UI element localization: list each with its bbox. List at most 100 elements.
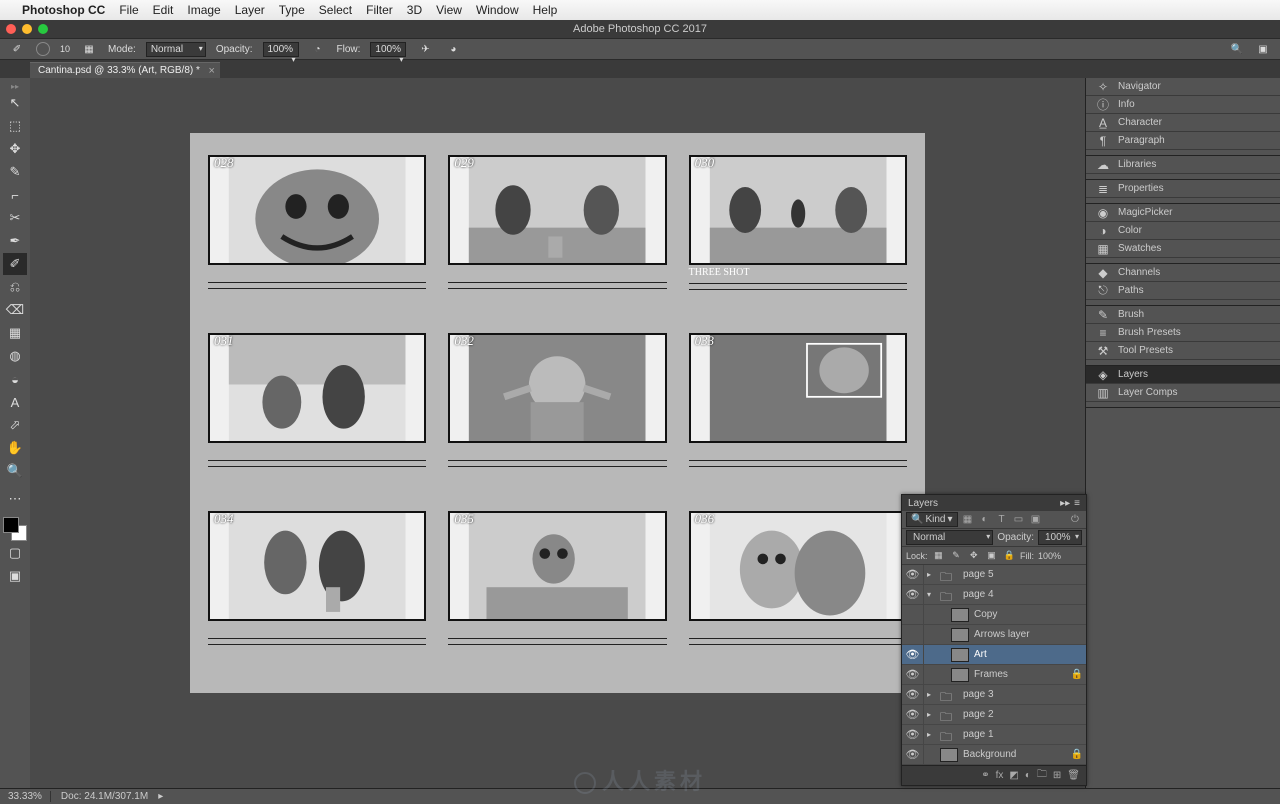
visibility-toggle[interactable]: 👁 — [902, 645, 924, 664]
app-name[interactable]: Photoshop CC — [22, 3, 105, 17]
layer-group-row[interactable]: 👁▸🗀page 2 — [902, 705, 1086, 725]
filter-adjust-icon[interactable]: ◐ — [978, 513, 992, 527]
color-swatches[interactable] — [3, 517, 27, 541]
panel-tab-navigator[interactable]: ✧Navigator — [1086, 78, 1280, 96]
visibility-toggle[interactable]: 👁 — [902, 705, 924, 724]
zoom-level[interactable]: 33.33% — [8, 791, 51, 802]
zoom-tool[interactable]: 🔍 — [3, 460, 27, 482]
filter-type-icon[interactable]: T — [995, 513, 1009, 527]
edit-toolbar-icon[interactable]: ⋯ — [3, 488, 27, 510]
panel-tab-brush[interactable]: ✎Brush — [1086, 306, 1280, 324]
menu-file[interactable]: File — [119, 3, 138, 17]
layer-row[interactable]: 👁Art — [902, 645, 1086, 665]
panel-tab-tool-presets[interactable]: ⚒Tool Presets — [1086, 342, 1280, 360]
visibility-toggle[interactable] — [902, 605, 924, 624]
layer-opacity-input[interactable]: 100% — [1038, 530, 1082, 545]
opacity-input[interactable]: 100% — [263, 42, 299, 57]
brush-preset-picker[interactable] — [36, 42, 50, 56]
blur-tool[interactable]: ◍ — [3, 345, 27, 367]
layer-body[interactable]: Art — [924, 645, 1068, 664]
panel-tab-layer-comps[interactable]: ▥Layer Comps — [1086, 384, 1280, 402]
healing-brush-tool[interactable]: ✒ — [3, 230, 27, 252]
expand-arrow-icon[interactable]: ▸ — [927, 690, 935, 699]
opacity-pressure-icon[interactable]: ◔ — [309, 40, 327, 58]
lock-image-icon[interactable]: ✎ — [949, 550, 963, 561]
layer-mask-icon[interactable]: ◩ — [1009, 770, 1018, 781]
layer-body[interactable]: ▸🗀page 3 — [924, 685, 1068, 704]
eraser-tool[interactable]: ⌫ — [3, 299, 27, 321]
layer-body[interactable]: ▸🗀page 1 — [924, 725, 1068, 744]
layer-group-row[interactable]: 👁▸🗀page 1 — [902, 725, 1086, 745]
expand-arrow-icon[interactable]: ▸ — [927, 570, 935, 579]
brush-panel-toggle-icon[interactable]: ▦ — [80, 40, 98, 58]
panel-tab-channels[interactable]: ◆Channels — [1086, 264, 1280, 282]
visibility-toggle[interactable] — [902, 625, 924, 644]
hand-tool[interactable]: ✋ — [3, 437, 27, 459]
layer-group-row[interactable]: 👁▸🗀page 3 — [902, 685, 1086, 705]
layer-row[interactable]: 👁Background🔒 — [902, 745, 1086, 765]
menu-help[interactable]: Help — [533, 3, 558, 17]
menu-filter[interactable]: Filter — [366, 3, 393, 17]
filter-pixel-icon[interactable]: ▦ — [961, 513, 975, 527]
lock-transparent-icon[interactable]: ▦ — [932, 550, 946, 561]
minimize-window-button[interactable] — [22, 24, 32, 34]
maximize-window-button[interactable] — [38, 24, 48, 34]
filter-kind-select[interactable]: 🔍Kind ▾ — [906, 512, 958, 527]
close-window-button[interactable] — [6, 24, 16, 34]
menu-edit[interactable]: Edit — [153, 3, 174, 17]
menu-view[interactable]: View — [436, 3, 462, 17]
layer-blend-mode[interactable]: Normal — [906, 530, 993, 545]
crop-tool[interactable]: ⌐ — [3, 184, 27, 206]
panel-tab-character[interactable]: A̲Character — [1086, 114, 1280, 132]
workspace-switcher-icon[interactable]: ▣ — [1254, 40, 1272, 58]
panel-tab-info[interactable]: ⓘInfo — [1086, 96, 1280, 114]
lock-artboard-icon[interactable]: ▣ — [985, 550, 999, 561]
layer-group-row[interactable]: 👁▸🗀page 5 — [902, 565, 1086, 585]
path-tool[interactable]: ⬀ — [3, 414, 27, 436]
layer-body[interactable]: Arrows layer — [924, 625, 1068, 644]
size-pressure-icon[interactable]: ◕ — [444, 40, 462, 58]
marquee-tool[interactable]: ⬚ — [3, 115, 27, 137]
layer-body[interactable]: Background — [924, 745, 1068, 764]
brush-size[interactable]: 10 — [60, 44, 70, 54]
filter-toggle-icon[interactable]: ⏻ — [1068, 513, 1082, 527]
blend-mode-select[interactable]: Normal — [146, 42, 206, 57]
filter-shape-icon[interactable]: ▭ — [1012, 513, 1026, 527]
menu-select[interactable]: Select — [319, 3, 352, 17]
layer-body[interactable]: ▸🗀page 2 — [924, 705, 1068, 724]
visibility-toggle[interactable]: 👁 — [902, 585, 924, 604]
layers-panel-header[interactable]: Layers ▸▸≡ — [902, 495, 1086, 511]
visibility-toggle[interactable]: 👁 — [902, 725, 924, 744]
visibility-toggle[interactable]: 👁 — [902, 685, 924, 704]
panel-tab-layers[interactable]: ◈Layers — [1086, 366, 1280, 384]
expand-arrow-icon[interactable]: ▸ — [927, 730, 935, 739]
layer-fx-icon[interactable]: fx — [996, 770, 1004, 781]
document-tab[interactable]: Cantina.psd @ 33.3% (Art, RGB/8) * — [30, 62, 220, 78]
panel-tab-paths[interactable]: ⎋Paths — [1086, 282, 1280, 300]
layer-body[interactable]: ▾🗀page 4 — [924, 585, 1068, 604]
gradient-tool[interactable]: ▦ — [3, 322, 27, 344]
search-icon[interactable]: 🔍 — [1228, 40, 1246, 58]
lock-position-icon[interactable]: ✥ — [967, 550, 981, 561]
filter-smart-icon[interactable]: ▣ — [1029, 513, 1043, 527]
panel-tab-magicpicker[interactable]: ◉MagicPicker — [1086, 204, 1280, 222]
layer-group-row[interactable]: 👁▾🗀page 4 — [902, 585, 1086, 605]
menu-window[interactable]: Window — [476, 3, 519, 17]
panel-menu-icon[interactable]: ≡ — [1074, 498, 1080, 509]
visibility-toggle[interactable]: 👁 — [902, 565, 924, 584]
layer-row[interactable]: Arrows layer — [902, 625, 1086, 645]
clone-stamp-tool[interactable]: ⎌ — [3, 276, 27, 298]
layer-body[interactable]: Frames — [924, 665, 1068, 684]
adjustment-layer-icon[interactable]: ◐ — [1025, 770, 1031, 781]
menu-type[interactable]: Type — [279, 3, 305, 17]
airbrush-icon[interactable]: ✈ — [416, 40, 434, 58]
magic-wand-tool[interactable]: ✎ — [3, 161, 27, 183]
menu-3d[interactable]: 3D — [407, 3, 422, 17]
brush-tool-icon[interactable]: ✐ — [8, 40, 26, 58]
panel-tab-libraries[interactable]: ☁Libraries — [1086, 156, 1280, 174]
status-arrow-icon[interactable]: ▸ — [158, 791, 163, 802]
delete-layer-icon[interactable]: 🗑 — [1067, 770, 1080, 781]
screenmode-icon[interactable]: ▣ — [3, 565, 27, 587]
flow-input[interactable]: 100% — [370, 42, 406, 57]
quickmask-icon[interactable]: ▢ — [3, 542, 27, 564]
